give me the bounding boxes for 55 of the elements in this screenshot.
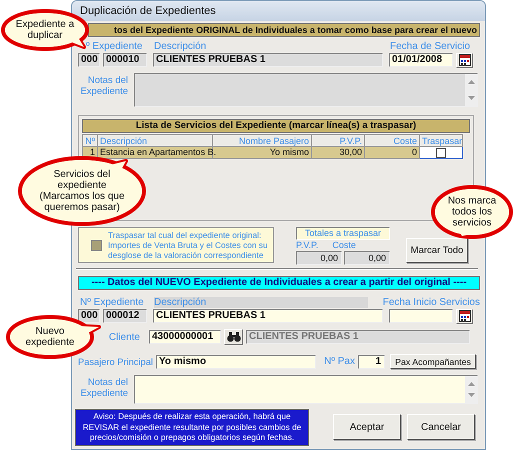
calendar-icon <box>458 310 470 322</box>
callout-text: Expediente a duplicar <box>14 19 76 41</box>
field-label: Nº Expediente <box>79 297 145 308</box>
field-label: Fecha de Servicio <box>390 41 472 52</box>
section-header: ---- Datos del NUEVO Expediente de Individuales a crear a partir del original ---- <box>78 276 480 290</box>
field-label: Fecha Inicio Servicios <box>382 297 480 308</box>
field-label: Notas del Expediente <box>79 74 128 99</box>
callout-text: Nuevo expediente <box>24 326 76 348</box>
column-header: Coste <box>364 134 420 146</box>
calendar-button[interactable] <box>456 308 473 324</box>
mark-all-button[interactable]: Marcar Todo <box>406 238 468 263</box>
accept-button[interactable]: Aceptar <box>333 414 401 440</box>
scrollbar[interactable] <box>465 376 477 403</box>
table-row[interactable]: 1 Estancia en Apartamentos B. Yo mismo 30,00 0 <box>82 146 462 158</box>
checkbox-label: Traspasar tal cual del expediente original: Importes de Venta Bruta y el Costes con su desglose de la valoración correspondiente <box>108 230 269 260</box>
field-label: Notas del Expediente <box>79 376 128 401</box>
table-cell: 30,00 <box>312 146 364 158</box>
client-code-field[interactable]: 43000000001 <box>149 330 221 344</box>
column-header: Nombre Pasajero <box>212 134 312 146</box>
callout-text: Servicios del expediente (Marcamos los que queremos pasar) <box>38 169 126 213</box>
scroll-down-icon[interactable] <box>468 393 474 397</box>
date-field[interactable]: 01/01/2008 <box>389 53 453 67</box>
totals-title: Totales a traspasar <box>296 227 390 240</box>
calendar-icon <box>458 54 470 66</box>
checkbox[interactable] <box>436 148 446 158</box>
field-label: Coste <box>332 240 356 251</box>
field-label: Descripción <box>154 41 208 52</box>
calendar-button[interactable] <box>456 52 473 68</box>
scroll-up-icon[interactable] <box>468 382 474 386</box>
field-label: P.V.P. <box>296 240 318 251</box>
column-header: P.V.P. <box>312 134 364 146</box>
callout-text: Nos marca todos los servicios <box>446 196 498 228</box>
binoculars-icon <box>226 332 240 342</box>
column-header: Traspasar <box>420 134 462 146</box>
window-title: Duplicación de Expedientes <box>80 5 216 17</box>
field-label: º Expediente <box>85 41 144 52</box>
passenger-field[interactable]: Yo mismo <box>156 354 316 368</box>
field-label: Cliente <box>108 332 141 342</box>
field-label: Pasajero Principal <box>78 356 152 366</box>
companions-button[interactable]: Pax Acompañantes <box>390 354 476 369</box>
cancel-button[interactable]: Cancelar <box>407 414 475 440</box>
notes-field[interactable] <box>134 375 478 404</box>
section-header: tos del Expediente ORIGINAL de Individuales a tomar como base para crear el nuevo <box>88 23 480 37</box>
section-header: Lista de Servicios del Expediente (marcar línea(s) a traspasar) <box>82 119 470 133</box>
field-label: Nº Pax <box>323 356 355 367</box>
pax-field[interactable]: 1 <box>358 354 385 368</box>
text-field[interactable]: CLIENTES PRUEBAS 1 <box>153 309 383 323</box>
date-field[interactable] <box>389 309 453 323</box>
column-header: Descripción <box>98 134 212 146</box>
search-button[interactable] <box>224 329 243 345</box>
client-name-field: CLIENTES PRUEBAS 1 <box>246 330 470 344</box>
warning-message: Aviso: Después de realizar esta operación, habrá que REVISAR el expediente resultante por posibles cambios de precios/comisión o prepagos obligatorios según fechas. <box>75 409 309 446</box>
field-label: Descripción <box>154 297 368 308</box>
column-header: Nº <box>82 134 98 146</box>
table-cell: 0 <box>364 146 420 158</box>
